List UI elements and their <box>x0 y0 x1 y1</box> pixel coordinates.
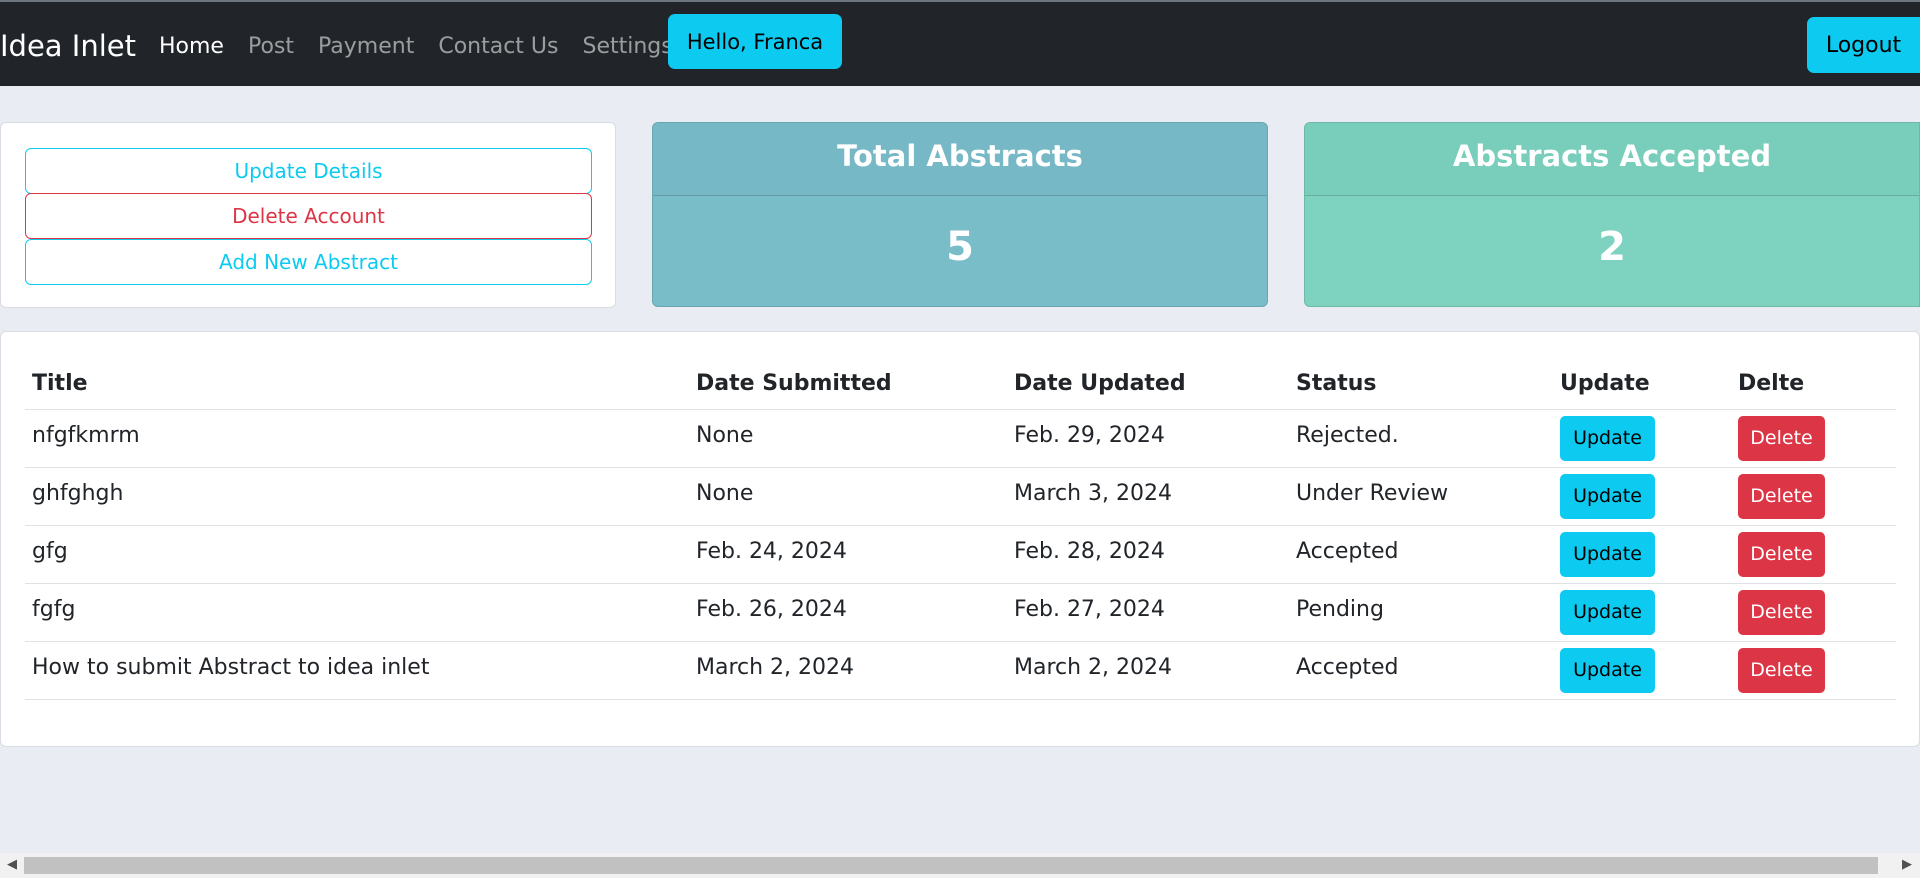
column-header-update: Update <box>1553 359 1731 410</box>
date-updated: Feb. 28, 2024 <box>1007 525 1289 584</box>
nav-link-settings[interactable]: Settings <box>582 32 672 62</box>
abstract-title: How to submit Abstract to idea inlet <box>25 641 689 700</box>
total-abstracts-value: 5 <box>946 224 974 270</box>
update-abstract-button[interactable]: Update <box>1560 473 1655 519</box>
total-abstracts-card: Total Abstracts 5 <box>652 122 1268 307</box>
abstracts-table-card: Title Date Submitted Date Updated Status… <box>0 331 1920 747</box>
update-abstract-button[interactable]: Update <box>1560 589 1655 635</box>
user-greeting-button[interactable]: Hello, Franca <box>668 14 842 69</box>
abstracts-accepted-card: Abstracts Accepted 2 <box>1304 122 1920 307</box>
update-abstract-button[interactable]: Update <box>1560 647 1655 693</box>
scroll-left-arrow-icon[interactable]: ◀ <box>7 858 17 872</box>
status: Rejected. <box>1289 409 1553 468</box>
abstract-title: fgfg <box>25 583 689 642</box>
update-abstract-button[interactable]: Update <box>1560 531 1655 577</box>
delete-abstract-button[interactable]: Delete <box>1738 647 1825 693</box>
date-updated: Feb. 29, 2024 <box>1007 409 1289 468</box>
status: Pending <box>1289 583 1553 642</box>
date-submitted: Feb. 26, 2024 <box>689 583 1007 642</box>
delete-abstract-button[interactable]: Delete <box>1738 473 1825 519</box>
scroll-right-arrow-icon[interactable]: ▶ <box>1902 858 1912 872</box>
horizontal-scrollbar[interactable]: ◀ ▶ <box>0 853 1920 878</box>
update-abstract-button[interactable]: Update <box>1560 415 1655 461</box>
column-header-delete: Delte <box>1731 359 1896 410</box>
status: Accepted <box>1289 525 1553 584</box>
delete-abstract-button[interactable]: Delete <box>1738 415 1825 461</box>
update-details-button[interactable]: Update Details <box>25 148 592 194</box>
table-row: fgfg Feb. 26, 2024 Feb. 27, 2024 Pending… <box>25 583 1896 642</box>
table-row: ghfghgh None March 3, 2024 Under Review … <box>25 467 1896 526</box>
table-row: gfg Feb. 24, 2024 Feb. 28, 2024 Accepted… <box>25 525 1896 584</box>
date-submitted: Feb. 24, 2024 <box>689 525 1007 584</box>
date-updated: March 3, 2024 <box>1007 467 1289 526</box>
brand-logo[interactable]: Idea Inlet <box>0 28 136 64</box>
column-header-date-submitted: Date Submitted <box>689 359 1007 410</box>
account-actions-card: Update Details Delete Account Add New Ab… <box>0 122 616 308</box>
date-updated: March 2, 2024 <box>1007 641 1289 700</box>
logout-button[interactable]: Logout <box>1807 17 1920 73</box>
delete-account-button[interactable]: Delete Account <box>25 193 592 239</box>
nav-link-post[interactable]: Post <box>248 32 294 62</box>
abstract-title: gfg <box>25 525 689 584</box>
column-header-status: Status <box>1289 359 1553 410</box>
abstracts-accepted-label: Abstracts Accepted <box>1305 123 1919 196</box>
nav-link-contact-us[interactable]: Contact Us <box>438 32 558 62</box>
date-submitted: None <box>689 409 1007 468</box>
add-new-abstract-button[interactable]: Add New Abstract <box>25 239 592 285</box>
abstract-title: ghfghgh <box>25 467 689 526</box>
abstracts-accepted-value: 2 <box>1598 224 1626 270</box>
abstract-title: nfgfkmrm <box>25 409 689 468</box>
table-row: nfgfkmrm None Feb. 29, 2024 Rejected. Up… <box>25 409 1896 468</box>
status: Under Review <box>1289 467 1553 526</box>
date-updated: Feb. 27, 2024 <box>1007 583 1289 642</box>
navbar: Idea Inlet Home Post Payment Contact Us … <box>0 2 1920 86</box>
abstracts-table: Title Date Submitted Date Updated Status… <box>25 359 1896 700</box>
date-submitted: None <box>689 467 1007 526</box>
table-row: How to submit Abstract to idea inlet Mar… <box>25 641 1896 700</box>
total-abstracts-label: Total Abstracts <box>653 123 1267 196</box>
column-header-title: Title <box>25 359 689 410</box>
delete-abstract-button[interactable]: Delete <box>1738 589 1825 635</box>
delete-abstract-button[interactable]: Delete <box>1738 531 1825 577</box>
date-submitted: March 2, 2024 <box>689 641 1007 700</box>
column-header-date-updated: Date Updated <box>1007 359 1289 410</box>
status: Accepted <box>1289 641 1553 700</box>
nav-link-home[interactable]: Home <box>159 32 224 62</box>
table-header-row: Title Date Submitted Date Updated Status… <box>25 359 1896 410</box>
nav-link-payment[interactable]: Payment <box>318 32 414 62</box>
nav-links: Home Post Payment Contact Us Settings <box>159 32 697 62</box>
scrollbar-thumb[interactable] <box>24 857 1878 874</box>
